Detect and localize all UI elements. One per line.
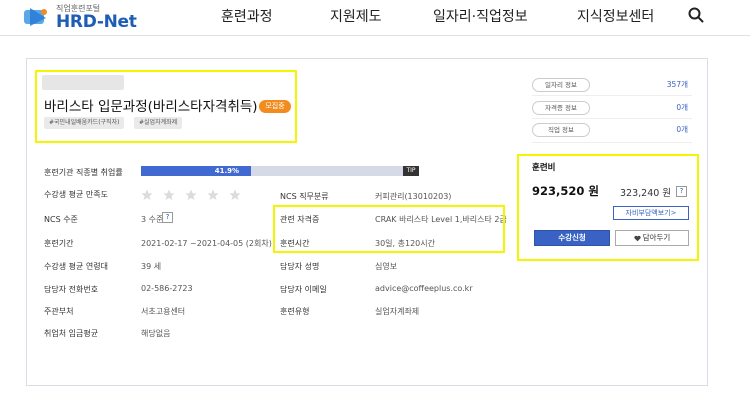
highlight-cert-hours [273, 205, 505, 253]
ncs-help-button[interactable]: ? [162, 212, 173, 223]
search-icon[interactable] [687, 6, 705, 24]
logo-text: HRD-Net [56, 12, 137, 32]
employment-rate-value: 41.9% [214, 167, 239, 175]
phone-value: 02-586-2723 [141, 284, 193, 293]
cert-info-pill[interactable]: 자격증 정보 [532, 101, 590, 115]
nav-jobs[interactable]: 일자리·직업정보 [433, 6, 528, 26]
dept-value: 서초고용센터 [141, 307, 186, 316]
header-divider [0, 35, 750, 36]
period-value: 2021-02-17 ~2021-04-05 (2회차) [141, 239, 272, 248]
manager-value: 심영보 [375, 262, 398, 271]
satisfaction-label: 수강생 평균 만족도 [44, 190, 108, 199]
period-label: 훈련기간 [44, 239, 74, 248]
ncs-level-value: 3 수준 [141, 215, 164, 224]
occupation-info-pill[interactable]: 직업 정보 [532, 123, 590, 137]
nav-training[interactable]: 훈련과정 [221, 6, 273, 26]
type-label: 훈련유형 [280, 307, 310, 316]
occupation-info-count[interactable]: 0개 [650, 124, 688, 135]
job-info-count[interactable]: 357개 [650, 79, 688, 90]
wage-value: 해당없음 [141, 329, 171, 338]
dept-label: 주관부처 [44, 307, 74, 316]
ncs-level-label: NCS 수준 [44, 215, 78, 224]
nav-knowledge[interactable]: 지식정보센터 [577, 6, 654, 26]
cert-info-count[interactable]: 0개 [650, 102, 688, 113]
email-label: 담당자 이메일 [280, 285, 327, 294]
logo-icon [24, 8, 47, 26]
star-icon [163, 189, 175, 200]
job-info-pill[interactable]: 일자리 정보 [532, 78, 590, 92]
highlight-title [35, 70, 297, 143]
divider [532, 142, 692, 143]
manager-label: 담당자 성명 [280, 262, 320, 271]
satisfaction-stars [141, 186, 246, 200]
star-icon [229, 189, 241, 200]
star-icon [185, 189, 197, 200]
star-icon [207, 189, 219, 200]
divider [532, 118, 692, 119]
star-icon [141, 189, 153, 200]
highlight-fee [517, 154, 699, 261]
nav-support[interactable]: 지원제도 [330, 6, 382, 26]
ncs-job-label: NCS 직무분류 [280, 192, 329, 201]
divider [532, 95, 692, 96]
site-logo[interactable]: 직업훈련포털 HRD-Net [22, 2, 162, 32]
phone-label: 담당자 전화번호 [44, 285, 99, 294]
wage-label: 취업처 임금평균 [44, 329, 99, 338]
email-value[interactable]: advice@coffeeplus.co.kr [375, 284, 473, 293]
employment-rate-bar: 41.9% [141, 166, 403, 176]
age-label: 수강생 평균 연령대 [44, 262, 108, 271]
employment-rate-label: 훈련기관 직종별 취업률 [44, 168, 123, 177]
ncs-job-value: 커피관리(13010203) [375, 192, 452, 201]
tip-button[interactable]: TIP [403, 166, 419, 176]
top-header: 직업훈련포털 HRD-Net 훈련과정 지원제도 일자리·직업정보 지식정보센터 [0, 0, 750, 34]
type-value: 실업자계좌제 [375, 307, 420, 316]
age-value: 39 세 [141, 262, 162, 271]
